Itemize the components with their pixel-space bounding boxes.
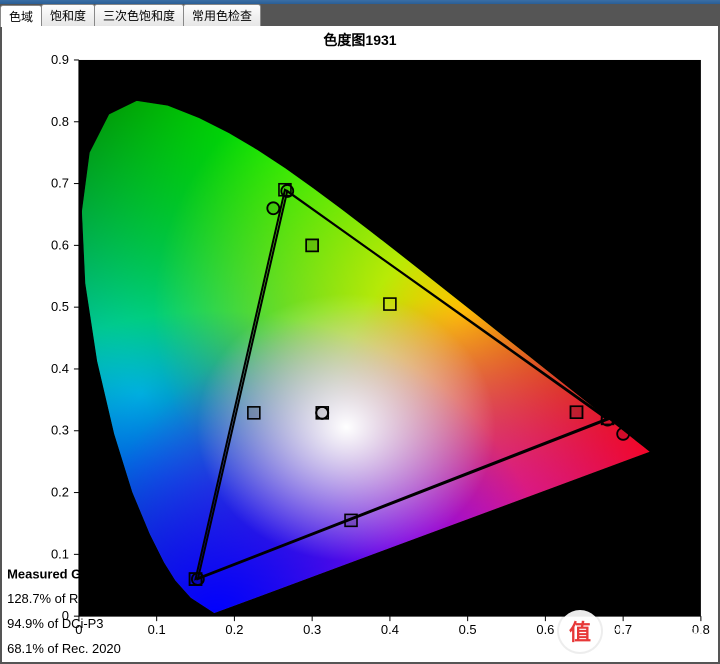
svg-text:0.4: 0.4	[51, 361, 69, 376]
tab-bar: 色域 饱和度 三次色饱和度 常用色检查	[0, 4, 720, 26]
cie-plot: 00.10.20.30.40.50.60.70.8 00.10.20.30.40…	[2, 50, 718, 662]
svg-text:0.6: 0.6	[536, 622, 554, 637]
watermark-text: 什么值得买	[609, 618, 704, 644]
svg-text:0.7: 0.7	[51, 176, 69, 191]
svg-text:0.2: 0.2	[225, 622, 243, 637]
tab-gamut[interactable]: 色域	[0, 5, 42, 27]
gamut-rec2020: 68.1% of Rec. 2020	[7, 641, 121, 656]
svg-text:0.5: 0.5	[51, 299, 69, 314]
svg-text:0.3: 0.3	[51, 423, 69, 438]
svg-text:0.1: 0.1	[148, 622, 166, 637]
gamut-rec709: 128.7% of Rec. 709	[7, 591, 121, 606]
svg-text:0.2: 0.2	[51, 485, 69, 500]
svg-text:0.9: 0.9	[51, 52, 69, 67]
tab-label: 常用色检查	[192, 9, 252, 23]
svg-text:0.5: 0.5	[459, 622, 477, 637]
tab-label: 饱和度	[50, 9, 86, 23]
tab-common-color-check[interactable]: 常用色检查	[183, 4, 261, 26]
svg-text:0.8: 0.8	[51, 114, 69, 129]
panel-content: 色度图1931	[2, 26, 718, 662]
svg-text:0.1: 0.1	[51, 546, 69, 561]
watermark-badge-icon: 值	[559, 610, 601, 652]
y-tick-group: 00.10.20.30.40.50.60.70.80.9	[51, 52, 79, 623]
svg-text:0.4: 0.4	[381, 622, 399, 637]
chart-title: 色度图1931	[2, 30, 718, 50]
tab-tertiary-saturation[interactable]: 三次色饱和度	[94, 4, 184, 26]
tab-label: 三次色饱和度	[103, 9, 175, 23]
gamut-heading: Measured Gamut	[7, 566, 113, 581]
tab-saturation[interactable]: 饱和度	[41, 4, 95, 26]
gamut-dcip3: 94.9% of DCi-P3	[7, 616, 103, 631]
svg-text:0.3: 0.3	[303, 622, 321, 637]
plot-wrap: 00.10.20.30.40.50.60.70.8 00.10.20.30.40…	[2, 50, 718, 662]
watermark-badge-text: 值	[569, 615, 591, 647]
watermark: 值 什么值得买	[559, 610, 704, 652]
app-window: 色域 饱和度 三次色饱和度 常用色检查 色度图1931	[0, 0, 720, 664]
svg-text:0.6: 0.6	[51, 237, 69, 252]
tab-label: 色域	[9, 10, 33, 24]
